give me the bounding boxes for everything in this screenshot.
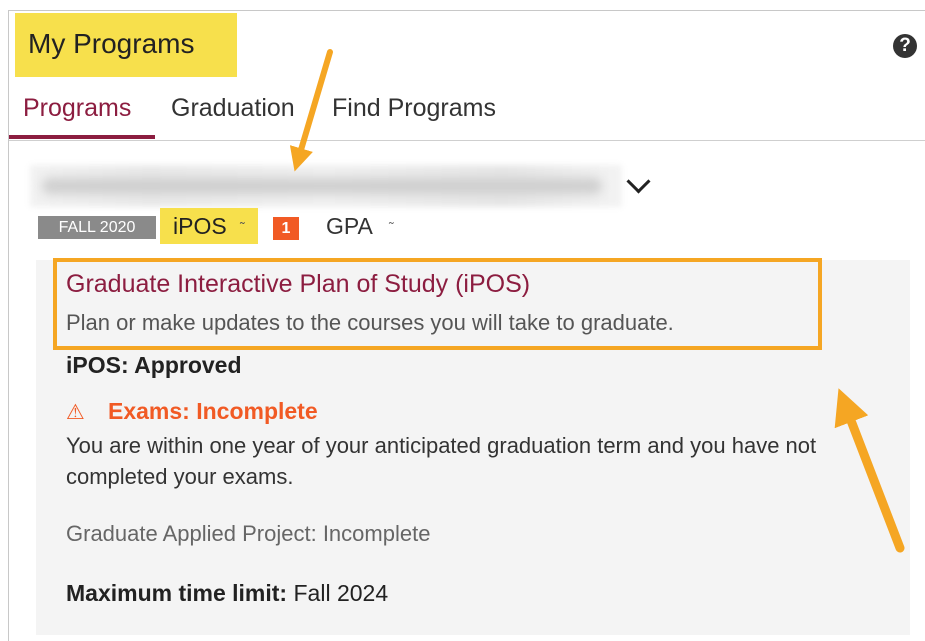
term-badge: FALL 2020 [38,216,156,239]
active-tab-underline [9,135,155,139]
time-limit-label: Maximum time limit: [66,580,288,606]
tab-find-programs[interactable]: Find Programs [332,94,496,123]
ipos-dropdown[interactable]: iPOS [173,213,227,240]
time-limit: Maximum time limit: Fall 2024 [66,580,388,607]
project-status: Graduate Applied Project: Incomplete [66,521,431,546]
ipos-description: Plan or make updates to the courses you … [66,310,674,335]
warning-icon: ⚠ [66,401,85,424]
page-title: My Programs [28,28,195,59]
tab-graduation[interactable]: Graduation [171,94,295,123]
notification-badge: 1 [273,217,299,240]
ipos-link[interactable]: Graduate Interactive Plan of Study (iPOS… [66,270,530,299]
help-icon[interactable]: ? [893,34,917,58]
blurred-program-name [42,178,602,194]
gpa-dropdown[interactable]: GPA [326,213,373,240]
tab-programs[interactable]: Programs [23,94,131,123]
tab-bar: Programs Graduation Find Programs [9,78,925,141]
exam-status: Exams: Incomplete [108,398,318,424]
exam-description: You are within one year of your anticipa… [66,433,817,489]
time-limit-value: Fall 2024 [287,580,389,606]
ipos-caret-icon[interactable]: ˜ [240,219,245,235]
gpa-caret-icon[interactable]: ˜ [389,219,394,235]
ipos-status: iPOS: Approved [66,352,242,378]
